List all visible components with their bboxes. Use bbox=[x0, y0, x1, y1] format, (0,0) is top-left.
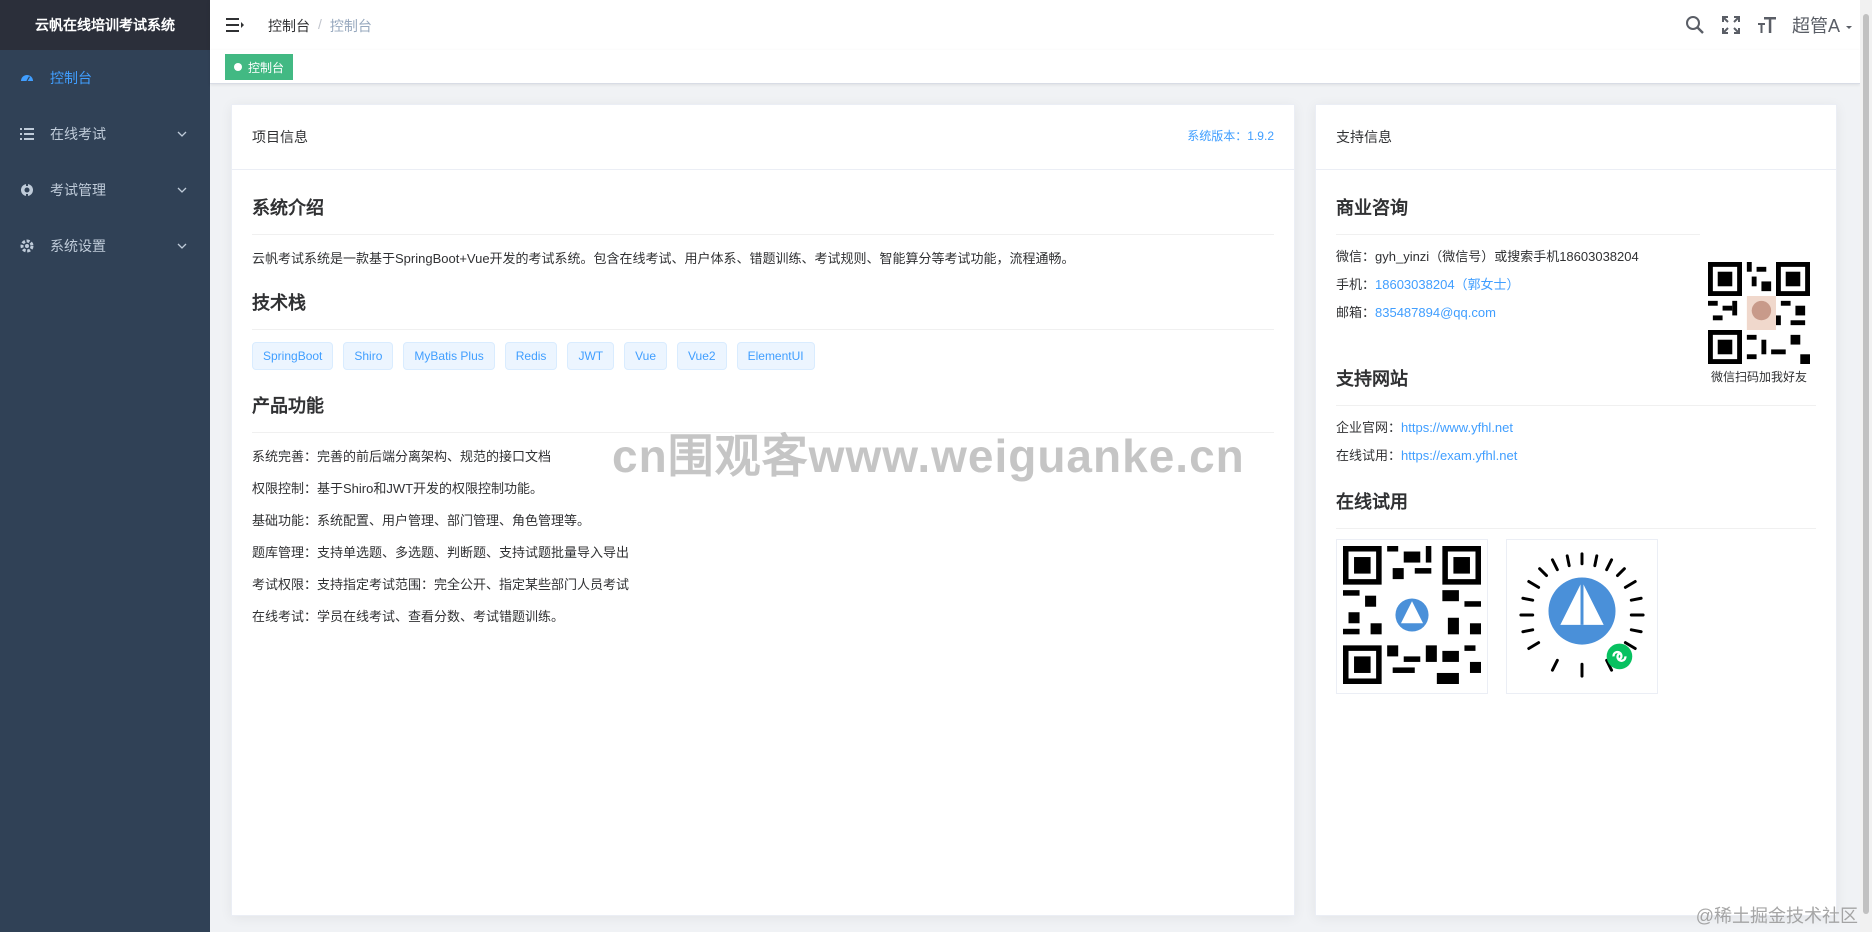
caret-down-icon bbox=[1846, 26, 1852, 29]
tag-dashboard[interactable]: 控制台 bbox=[225, 54, 294, 80]
sidebar-item-label: 系统设置 bbox=[50, 238, 106, 254]
breadcrumb-separator: / bbox=[318, 16, 322, 32]
section-title-trial: 在线试用 bbox=[1336, 488, 1816, 529]
email-label: 邮箱： bbox=[1336, 305, 1376, 320]
email-link[interactable]: 835487894@qq.com bbox=[1375, 305, 1496, 320]
user-menu[interactable]: 超管A bbox=[1792, 12, 1854, 38]
support-info-card: 支持信息 商业咨询 微信：gyh_yinzi（微信号）或搜索手机18603038… bbox=[1315, 104, 1837, 916]
tech-tag: MyBatis Plus bbox=[403, 342, 495, 370]
feature-item: 在线考试：学员在线考试、查看分数、考试错题训练。 bbox=[252, 609, 565, 624]
sidebar-item-dashboard[interactable]: 控制台 bbox=[0, 50, 210, 106]
page-scrollbar[interactable] bbox=[1860, 0, 1872, 932]
site-line: 在线试用：https://exam.yfhl.net bbox=[1336, 442, 1816, 470]
trial-qr-code bbox=[1336, 539, 1488, 694]
trial-mini-program-code bbox=[1506, 539, 1658, 694]
tech-tag: ElementUI bbox=[736, 342, 815, 370]
tech-tag: Redis bbox=[504, 342, 558, 370]
list-icon bbox=[20, 127, 34, 141]
hamburger-icon[interactable] bbox=[226, 16, 244, 34]
chevron-down-icon bbox=[177, 131, 187, 137]
tag-label: 控制台 bbox=[248, 60, 285, 75]
intro-text: 云帆考试系统是一款基于SpringBoot+Vue开发的考试系统。包含在线考试、… bbox=[252, 251, 1075, 266]
official-site-link[interactable]: https://www.yfhl.net bbox=[1401, 420, 1513, 435]
section-title-intro: 系统介绍 bbox=[252, 194, 1274, 235]
tech-tag: Vue2 bbox=[677, 342, 727, 370]
sidebar-item-system-settings[interactable]: 系统设置 bbox=[0, 218, 210, 274]
tech-tag-list: SpringBoot Shiro MyBatis Plus Redis JWT … bbox=[252, 342, 1274, 370]
user-name: 超管A bbox=[1791, 16, 1840, 36]
feature-item: 基础功能：系统配置、用户管理、部门管理、角色管理等。 bbox=[252, 513, 591, 528]
gear-outline-icon bbox=[20, 183, 34, 197]
active-dot-icon bbox=[234, 63, 242, 71]
site-links: 企业官网：https://www.yfhl.net 在线试用：https://e… bbox=[1336, 414, 1816, 470]
wechat-qr-code bbox=[1708, 262, 1810, 364]
tech-tag: JWT bbox=[567, 342, 615, 370]
breadcrumb-item[interactable]: 控制台 bbox=[268, 16, 310, 36]
phone-link[interactable]: 18603038204（郭女士） bbox=[1375, 277, 1520, 292]
wechat-qr-block: 微信扫码加我好友 bbox=[1704, 262, 1814, 385]
font-size-icon[interactable] bbox=[1756, 14, 1778, 36]
sidebar-item-label: 控制台 bbox=[50, 70, 92, 86]
gear-icon bbox=[20, 239, 34, 253]
phone-label: 手机： bbox=[1336, 277, 1376, 292]
tech-tag: SpringBoot bbox=[252, 342, 334, 370]
breadcrumb-item-current: 控制台 bbox=[329, 18, 372, 34]
section-title-business: 商业咨询 bbox=[1336, 194, 1700, 235]
fullscreen-icon[interactable] bbox=[1720, 14, 1742, 36]
corner-watermark: @稀土掘金技术社区 bbox=[1695, 906, 1858, 926]
qr-caption: 微信扫码加我好友 bbox=[1710, 370, 1807, 384]
search-icon[interactable] bbox=[1684, 14, 1706, 36]
chevron-down-icon bbox=[177, 187, 187, 193]
scrollbar-thumb[interactable] bbox=[1863, 14, 1869, 914]
card-title: 项目信息 bbox=[252, 129, 308, 145]
dashboard-icon bbox=[20, 71, 34, 85]
site-label: 企业官网： bbox=[1336, 420, 1402, 435]
project-info-card: 项目信息 系统版本：1.9.2 系统介绍 云帆考试系统是一款基于SpringBo… bbox=[231, 104, 1295, 916]
sidebar: 云帆在线培训考试系统 控制台 在线考试 考试管理 系统设置 bbox=[0, 0, 210, 932]
sidebar-item-online-exam[interactable]: 在线考试 bbox=[0, 106, 210, 162]
sidebar-item-exam-manage[interactable]: 考试管理 bbox=[0, 162, 210, 218]
sidebar-item-label: 在线考试 bbox=[50, 126, 106, 142]
trial-qr-row bbox=[1336, 539, 1816, 694]
feature-item: 题库管理：支持单选题、多选题、判断题、支持试题批量导入导出 bbox=[252, 545, 630, 560]
tech-tag: Shiro bbox=[343, 342, 394, 370]
tech-tag: Vue bbox=[624, 342, 667, 370]
app-logo[interactable]: 云帆在线培训考试系统 bbox=[0, 0, 210, 50]
site-line: 企业官网：https://www.yfhl.net bbox=[1336, 414, 1816, 442]
sidebar-item-label: 考试管理 bbox=[50, 182, 106, 198]
card-title: 支持信息 bbox=[1336, 129, 1392, 145]
top-navbar: 控制台 / 控制台 超管A bbox=[210, 0, 1860, 50]
watermark-text: cn围观客www.weiguanke.cn bbox=[612, 430, 1245, 482]
feature-item: 考试权限：支持指定考试范围：完全公开、指定某些部门人员考试 bbox=[252, 577, 630, 592]
chevron-down-icon bbox=[177, 243, 187, 249]
trial-site-link[interactable]: https://exam.yfhl.net bbox=[1401, 448, 1517, 463]
system-version: 系统版本：1.9.2 bbox=[1187, 129, 1274, 143]
section-title-tech: 技术栈 bbox=[252, 289, 1274, 330]
breadcrumb: 控制台 / 控制台 bbox=[268, 16, 372, 36]
tags-view: 控制台 bbox=[210, 50, 1860, 84]
site-label: 在线试用： bbox=[1336, 448, 1402, 463]
